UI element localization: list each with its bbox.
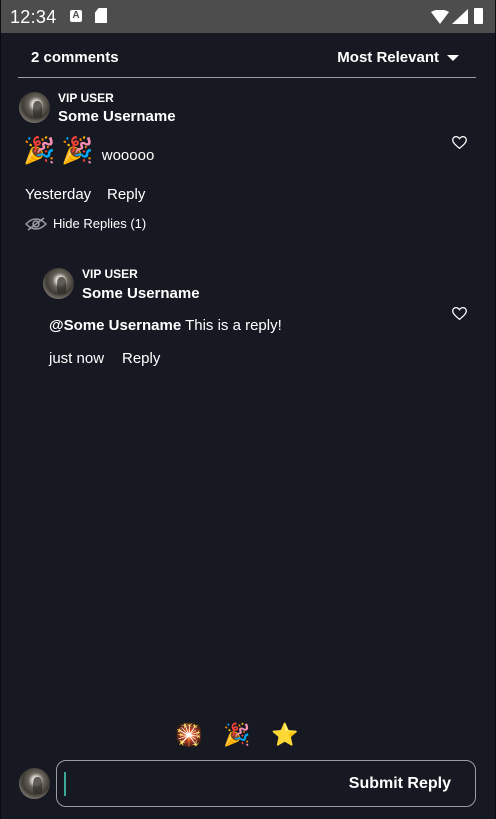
reply-composer: Submit Reply	[56, 760, 476, 807]
hide-replies-button[interactable]: Hide Replies (1)	[25, 216, 146, 231]
wifi-icon	[431, 10, 449, 24]
reply-button[interactable]: Reply	[107, 186, 145, 203]
sd-card-icon	[95, 8, 107, 23]
party-popper-emoji-button[interactable]: 🎉	[223, 722, 250, 748]
comment-count: 2 comments	[31, 49, 119, 66]
status-bar: 12:34 A	[1, 0, 495, 33]
status-time: 12:34	[10, 7, 57, 27]
star-emoji-button[interactable]: ⭐	[271, 722, 298, 748]
party-popper-emoji: 🎉	[61, 135, 94, 165]
emoji-bar: 🎇 🎉 ⭐	[1, 722, 495, 752]
caret-down-icon	[447, 54, 459, 61]
mention[interactable]: @Some Username	[49, 317, 181, 334]
battery-icon	[474, 8, 483, 24]
sort-dropdown[interactable]: Most Relevant	[337, 49, 459, 66]
comment-text: 🎉 🎉 wooooo	[23, 136, 154, 164]
comment-message: wooooo	[101, 147, 155, 164]
eye-off-icon	[25, 216, 47, 231]
party-popper-emoji: 🎉	[23, 135, 56, 165]
text-cursor	[64, 772, 66, 796]
notification-letter: A	[72, 10, 80, 21]
comment-username[interactable]: Some Username	[58, 108, 176, 125]
sort-label: Most Relevant	[337, 49, 439, 66]
sparkler-emoji-button[interactable]: 🎇	[175, 722, 202, 748]
reply-text: @Some Username This is a reply!	[49, 317, 282, 334]
vip-badge: VIP USER	[82, 267, 138, 281]
signal-icon	[452, 9, 468, 24]
notification-icon: A	[70, 10, 82, 22]
hide-replies-label: Hide Replies (1)	[53, 216, 147, 231]
heart-icon[interactable]	[452, 136, 467, 149]
comments-header: 2 comments Most Relevant	[18, 43, 476, 78]
vip-badge: VIP USER	[58, 91, 114, 105]
submit-reply-button[interactable]: Submit Reply	[349, 775, 451, 793]
reply-timestamp: just now	[49, 350, 105, 367]
reply-username[interactable]: Some Username	[82, 285, 200, 302]
avatar[interactable]	[19, 92, 50, 123]
avatar[interactable]	[43, 268, 74, 299]
user-avatar	[19, 768, 50, 799]
comments-screen: 12:34 A 2 comments Most Relevant VIP USE…	[0, 0, 496, 819]
reply-input[interactable]	[69, 769, 343, 799]
reply-button[interactable]: Reply	[122, 350, 160, 367]
comment-timestamp: Yesterday	[25, 186, 92, 203]
reply-message: This is a reply!	[181, 317, 282, 334]
heart-icon[interactable]	[452, 307, 467, 320]
